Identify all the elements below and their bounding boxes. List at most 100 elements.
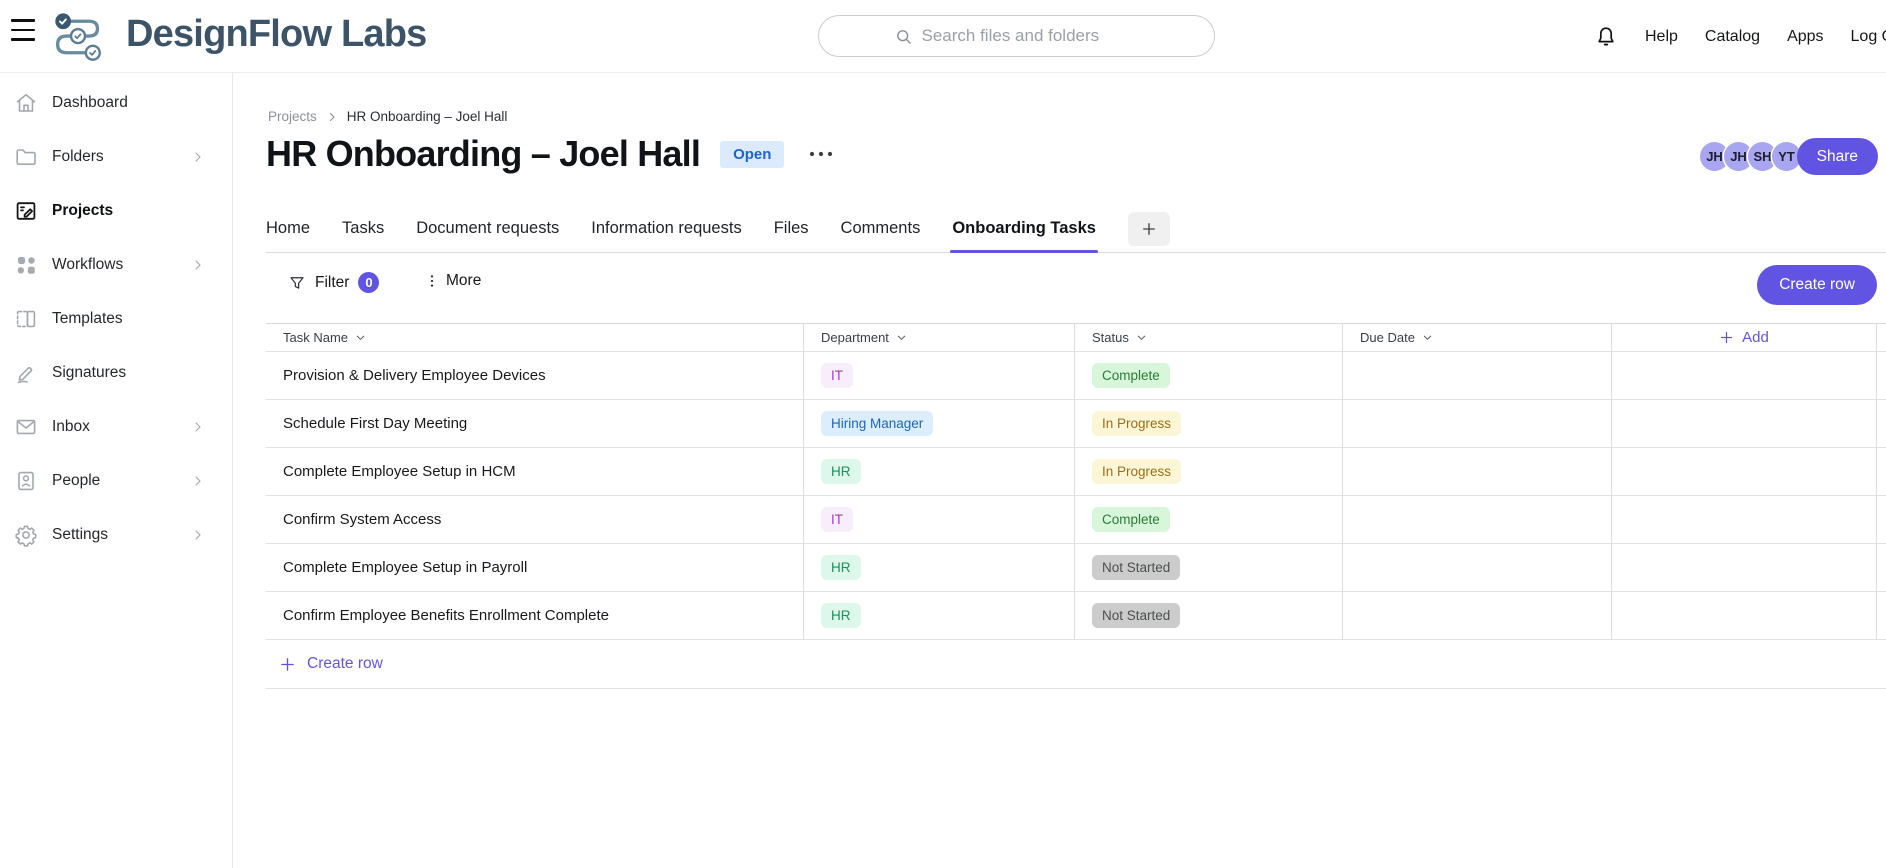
workflow-nodes-icon (14, 253, 38, 277)
column-header-status[interactable]: Status (1074, 324, 1342, 351)
sidebar-item-signatures[interactable]: Signatures (0, 346, 232, 400)
due-date-cell[interactable] (1342, 352, 1611, 399)
department-chip[interactable]: HR (821, 459, 861, 484)
brand-logo-icon (50, 12, 106, 67)
add-tab-button[interactable] (1128, 212, 1170, 246)
table-row[interactable]: Confirm Employee Benefits Enrollment Com… (266, 592, 1886, 640)
search-input[interactable] (922, 26, 1140, 46)
chevron-right-icon (190, 149, 206, 165)
column-header-department[interactable]: Department (803, 324, 1074, 351)
tab-comments[interactable]: Comments (841, 219, 921, 252)
notifications-button[interactable] (1594, 25, 1618, 49)
breadcrumb-projects-link[interactable]: Projects (268, 109, 317, 124)
due-date-cell[interactable] (1342, 448, 1611, 495)
table-row[interactable]: Complete Employee Setup in Payroll HR No… (266, 544, 1886, 592)
top-nav: Help Catalog Apps Log Out (1594, 0, 1886, 73)
tab-files[interactable]: Files (774, 219, 809, 252)
status-chip[interactable]: Not Started (1092, 555, 1180, 580)
status-chip[interactable]: In Progress (1092, 459, 1181, 484)
status-chip[interactable]: Not Started (1092, 603, 1180, 628)
breadcrumb-current: HR Onboarding – Joel Hall (347, 109, 508, 124)
tab-tasks[interactable]: Tasks (342, 219, 384, 252)
sidebar-item-settings[interactable]: Settings (0, 508, 232, 562)
sidebar-item-people[interactable]: People (0, 454, 232, 508)
due-date-cell[interactable] (1342, 544, 1611, 591)
add-column-button[interactable]: Add (1611, 324, 1877, 351)
department-chip[interactable]: HR (821, 555, 861, 580)
title-overflow-menu-button[interactable] (804, 145, 838, 163)
status-chip[interactable]: Complete (1092, 363, 1170, 388)
plus-icon (1140, 220, 1158, 238)
status-badge: Open (720, 141, 784, 168)
sidebar-item-dashboard[interactable]: Dashboard (0, 76, 232, 130)
tab-document-requests[interactable]: Document requests (416, 219, 559, 252)
create-row-button[interactable]: Create row (1757, 265, 1877, 305)
table-row[interactable]: Complete Employee Setup in HCM HR In Pro… (266, 448, 1886, 496)
department-chip[interactable]: Hiring Manager (821, 411, 933, 436)
gear-icon (14, 523, 38, 547)
table-row[interactable]: Provision & Delivery Employee Devices IT… (266, 352, 1886, 400)
chevron-right-icon (190, 257, 206, 273)
project-doc-icon (14, 199, 38, 223)
sidebar: Dashboard Folders Projects (0, 73, 233, 868)
sidebar-item-label: People (52, 472, 100, 490)
status-chip[interactable]: Complete (1092, 507, 1170, 532)
plus-icon (1719, 330, 1734, 345)
chevron-right-icon (190, 473, 206, 489)
column-header-due-date[interactable]: Due Date (1342, 324, 1611, 351)
home-icon (14, 91, 38, 115)
sidebar-item-folders[interactable]: Folders (0, 130, 232, 184)
sidebar-item-projects[interactable]: Projects (0, 184, 232, 238)
sidebar-item-templates[interactable]: Templates (0, 292, 232, 346)
share-button[interactable]: Share (1797, 138, 1878, 175)
table-row[interactable]: Schedule First Day Meeting Hiring Manage… (266, 400, 1886, 448)
due-date-cell[interactable] (1342, 592, 1611, 639)
nav-link-apps[interactable]: Apps (1787, 28, 1823, 46)
member-avatars[interactable]: JH JH SH YT (1700, 142, 1796, 171)
sidebar-item-workflows[interactable]: Workflows (0, 238, 232, 292)
task-name-cell[interactable]: Complete Employee Setup in HCM (283, 463, 516, 480)
sidebar-item-label: Settings (52, 526, 108, 544)
nav-link-catalog[interactable]: Catalog (1705, 28, 1760, 46)
sidebar-item-label: Dashboard (52, 94, 128, 112)
app-header: DesignFlow Labs Help Catalog Apps Log Ou… (0, 0, 1886, 73)
due-date-cell[interactable] (1342, 400, 1611, 447)
more-button[interactable]: More (424, 272, 481, 290)
sidebar-item-inbox[interactable]: Inbox (0, 400, 232, 454)
department-chip[interactable]: IT (821, 363, 853, 388)
due-date-cell[interactable] (1342, 496, 1611, 543)
task-name-cell[interactable]: Complete Employee Setup in Payroll (283, 559, 527, 576)
extra-cell (1611, 400, 1877, 447)
person-badge-icon (14, 469, 38, 493)
create-row-link[interactable]: Create row (266, 640, 1886, 689)
nav-link-help[interactable]: Help (1645, 28, 1678, 46)
global-search[interactable] (818, 15, 1215, 57)
tab-home[interactable]: Home (266, 219, 310, 252)
department-chip[interactable]: HR (821, 603, 861, 628)
tab-onboarding-tasks[interactable]: Onboarding Tasks (952, 219, 1096, 252)
task-name-cell[interactable]: Confirm Employee Benefits Enrollment Com… (283, 607, 609, 624)
extra-cell (1611, 496, 1877, 543)
task-name-cell[interactable]: Schedule First Day Meeting (283, 415, 467, 432)
department-chip[interactable]: IT (821, 507, 853, 532)
sidebar-item-label: Folders (52, 148, 104, 166)
table-row[interactable]: Confirm System Access IT Complete (266, 496, 1886, 544)
sidebar-item-label: Inbox (52, 418, 90, 436)
extra-cell (1611, 544, 1877, 591)
column-header-task-name[interactable]: Task Name (266, 324, 803, 351)
bell-icon (1594, 25, 1618, 49)
table-toolbar: Filter 0 More Create row (266, 262, 1886, 308)
breadcrumb: Projects HR Onboarding – Joel Hall (268, 109, 507, 124)
filter-count-badge: 0 (358, 272, 379, 293)
filter-button[interactable]: Filter 0 (288, 272, 379, 293)
nav-link-logout[interactable]: Log Out (1851, 28, 1886, 46)
plus-icon (279, 656, 296, 673)
ellipsis-icon (808, 149, 834, 159)
title-row: HR Onboarding – Joel Hall Open (266, 131, 838, 177)
tab-information-requests[interactable]: Information requests (591, 219, 741, 252)
task-name-cell[interactable]: Confirm System Access (283, 511, 441, 528)
status-chip[interactable]: In Progress (1092, 411, 1181, 436)
task-name-cell[interactable]: Provision & Delivery Employee Devices (283, 367, 546, 384)
signature-pen-icon (14, 361, 38, 385)
hamburger-menu-icon[interactable] (11, 19, 35, 41)
